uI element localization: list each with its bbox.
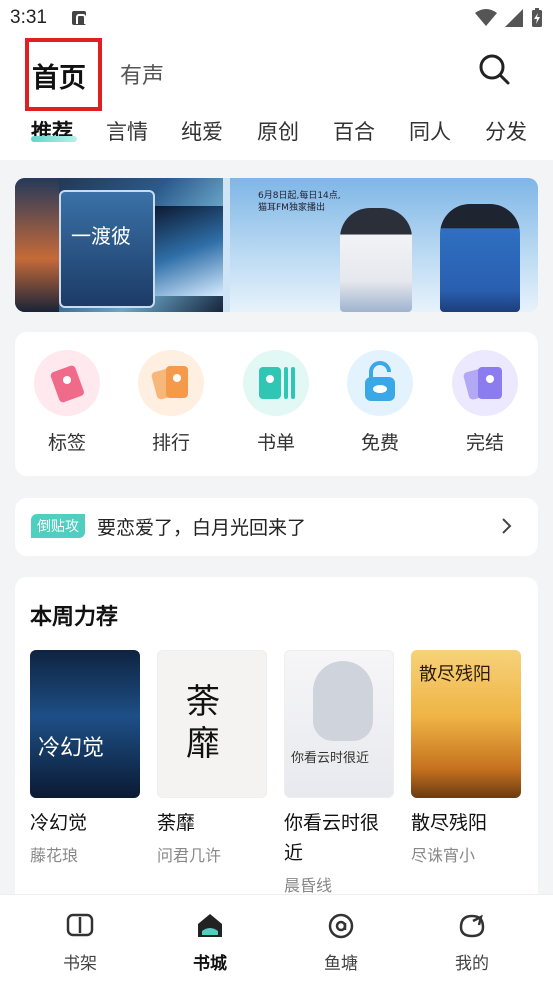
banner-left-image[interactable]: 一渡彼 <box>15 178 223 312</box>
book-card[interactable]: 散尽残阳 散尽残阳 尽诛宵小 <box>411 650 521 866</box>
promo-row[interactable]: 倒贴攻 要恋爱了，白月光回来了 <box>15 498 538 556</box>
banner-note: 6月8日起,每日14点,猫耳FM独家播出 <box>258 191 341 213</box>
banner-left-title: 一渡彼 <box>71 224 131 248</box>
quick-item-booklist[interactable]: 书单 <box>241 350 311 460</box>
book-author: 尽诛宵小 <box>411 846 476 865</box>
book-card[interactable]: 荼靡 荼靡 问君几许 <box>157 650 267 866</box>
nav-label: 我的 <box>455 954 489 974</box>
book-author: 问君几许 <box>157 846 222 865</box>
free-icon <box>347 350 413 416</box>
promo-text: 要恋爱了，白月光回来了 <box>97 517 307 539</box>
book-cover: 你看云时很近 <box>284 650 394 798</box>
search-button[interactable] <box>477 52 513 88</box>
banner-carousel[interactable]: 一渡彼 6月8日起,每日14点,猫耳FM独家播出 <box>15 178 538 312</box>
quick-menu: 标签 排行 书单 免费 完结 <box>15 332 538 476</box>
category-tab-fanfic[interactable]: 同人 <box>409 116 451 146</box>
nav-label: 鱼塘 <box>324 954 358 974</box>
book-title: 冷幻觉 <box>30 812 88 834</box>
book-cover-figure <box>313 661 373 741</box>
category-tab-original[interactable]: 原创 <box>257 116 299 146</box>
banner-character-2 <box>440 204 520 312</box>
book-cover: 散尽残阳 <box>411 650 521 798</box>
category-tabs: 推荐 言情 纯爱 原创 百合 同人 分发 <box>0 114 553 154</box>
nav-profile[interactable]: 我的 <box>432 911 512 974</box>
book-card[interactable]: 你看云时很近 你看云时很近 晨昏线 <box>284 650 394 896</box>
banner-sunset-image <box>15 178 59 312</box>
bottom-navigation: 书架 书城 鱼塘 我的 <box>0 894 553 984</box>
active-category-underline <box>31 136 77 142</box>
chevron-right-icon <box>502 518 512 534</box>
quick-label-booklist: 书单 <box>256 432 295 454</box>
completed-icon <box>452 350 518 416</box>
category-tab-gl[interactable]: 百合 <box>333 116 375 146</box>
notification-icon <box>72 11 86 25</box>
book-cover: 冷幻觉 <box>30 650 140 798</box>
quick-item-tags[interactable]: 标签 <box>32 350 102 460</box>
quick-item-ranking[interactable]: 排行 <box>136 350 206 460</box>
book-cover-title: 散尽残阳 <box>419 664 491 685</box>
search-icon <box>479 54 510 85</box>
weekly-recommend-section: 本周力荐 冷幻觉 冷幻觉 藤花琅 荼靡 荼靡 问君几许 你看云时很近 你看云时很… <box>15 577 538 917</box>
category-tab-distribution[interactable]: 分发 <box>485 116 527 146</box>
book-title: 荼靡 <box>157 812 196 834</box>
tab-audio[interactable]: 有声 <box>120 58 164 90</box>
fishpond-icon <box>328 913 354 939</box>
quick-label-completed: 完结 <box>465 432 504 454</box>
nav-label: 书架 <box>63 954 97 974</box>
top-header: 首页 有声 推荐 言情 纯爱 原创 百合 同人 分发 <box>0 36 553 160</box>
status-time: 3:31 <box>10 7 47 28</box>
status-icons <box>475 8 543 28</box>
banner-character-1 <box>340 208 412 312</box>
status-bar: 3:31 <box>0 0 553 36</box>
bookshelf-icon <box>66 913 94 937</box>
nav-bookshelf[interactable]: 书架 <box>40 911 120 974</box>
book-cover-title: 冷幻觉 <box>38 736 105 761</box>
battery-icon <box>532 8 542 27</box>
bookstore-icon <box>198 914 222 937</box>
tag-icon <box>34 350 100 416</box>
book-title: 散尽残阳 <box>411 812 488 834</box>
quick-label-tags: 标签 <box>47 432 86 454</box>
ranking-icon <box>138 350 204 416</box>
nav-bookstore[interactable]: 书城 <box>170 911 250 974</box>
wifi-icon <box>475 9 497 26</box>
book-title: 你看云时很近 <box>284 812 380 864</box>
book-author: 藤花琅 <box>30 846 79 865</box>
quick-label-ranking: 排行 <box>151 432 190 454</box>
quick-item-free[interactable]: 免费 <box>345 350 415 460</box>
category-tab-romance[interactable]: 言情 <box>106 116 148 146</box>
nav-fishpond[interactable]: 鱼塘 <box>301 911 381 974</box>
book-cover-title: 你看云时很近 <box>291 751 370 766</box>
booklist-icon <box>243 350 309 416</box>
quick-label-free: 免费 <box>360 432 399 454</box>
promo-badge: 倒贴攻 <box>31 514 85 538</box>
quick-item-completed[interactable]: 完结 <box>450 350 520 460</box>
signal-icon <box>505 9 523 27</box>
book-cover-title: 荼靡 <box>186 682 220 764</box>
app-screen: 3:31 首页 有声 推荐 言情 纯爱 原创 百合 同人 分发 一渡彼 6月8日… <box>0 0 553 984</box>
book-cover: 荼靡 <box>157 650 267 798</box>
nav-label: 书城 <box>193 954 227 974</box>
banner-book-cover: 一渡彼 <box>59 190 155 308</box>
banner-wave-image <box>155 206 223 296</box>
highlight-box <box>25 38 102 111</box>
profile-icon <box>459 914 485 938</box>
category-tab-bl[interactable]: 纯爱 <box>181 116 223 146</box>
book-author: 晨昏线 <box>284 876 333 895</box>
book-card[interactable]: 冷幻觉 冷幻觉 藤花琅 <box>30 650 140 866</box>
banner-right-image[interactable]: 6月8日起,每日14点,猫耳FM独家播出 <box>230 178 538 312</box>
section-title: 本周力荐 <box>30 605 119 630</box>
